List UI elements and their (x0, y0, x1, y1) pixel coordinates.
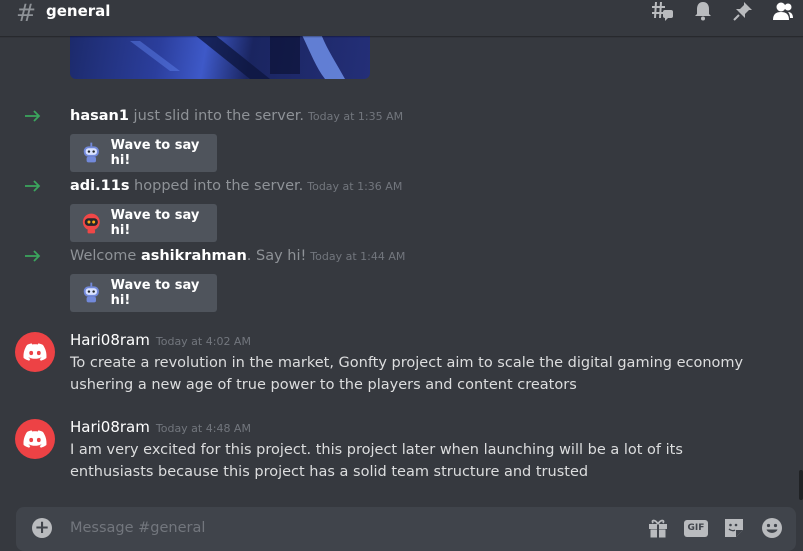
join-arrow-icon (25, 180, 41, 192)
join-text: hasan1 just slid into the server. Today a… (70, 106, 403, 127)
avatar[interactable] (15, 332, 55, 372)
timestamp: Today at 1:36 AM (307, 180, 403, 193)
threads-icon[interactable] (651, 0, 675, 22)
timestamp: Today at 1:44 AM (310, 250, 406, 263)
join-text-after: hopped into the server. (129, 178, 304, 194)
join-text-after: . Say hi! (246, 248, 307, 264)
timestamp: Today at 1:35 AM (308, 110, 404, 123)
channel-hash-icon: # (16, 0, 37, 27)
timestamp: Today at 4:48 AM (155, 422, 251, 435)
pin-icon[interactable] (731, 0, 755, 22)
author-name[interactable]: Hari08ram (70, 418, 150, 436)
gif-label: GIF (684, 519, 708, 537)
avatar[interactable] (15, 419, 55, 459)
message-text: To create a revolution in the market, Go… (70, 355, 744, 393)
join-text: adi.11s hopped into the server. Today at … (70, 176, 402, 197)
join-text: Welcome ashikrahman. Say hi! Today at 1:4… (70, 246, 405, 267)
blue-robot-sticker-icon (83, 142, 99, 163)
gif-icon[interactable]: GIF (684, 516, 708, 540)
message-list: hasan1 just slid into the server. Today a… (0, 36, 803, 501)
message-header: Hari08ram Today at 4:02 AM (70, 330, 251, 352)
username[interactable]: hasan1 (70, 108, 129, 124)
discord-logo-icon (23, 430, 47, 448)
wave-button[interactable]: Wave to say hi! (70, 134, 217, 172)
message-composer: + GIF (16, 507, 796, 551)
add-attachment-button[interactable]: + (32, 518, 52, 538)
blue-robot-sticker-icon (83, 282, 99, 303)
gift-icon[interactable] (646, 516, 670, 540)
header-toolbar (651, 0, 795, 22)
wave-button-label: Wave to say hi! (110, 138, 200, 168)
wave-button[interactable]: Wave to say hi! (70, 274, 217, 312)
join-text-before: Welcome (70, 248, 141, 264)
message-text: I am very excited for this project. this… (70, 442, 683, 480)
wave-button-label: Wave to say hi! (110, 208, 200, 238)
author-name[interactable]: Hari08ram (70, 331, 150, 349)
join-arrow-icon (25, 250, 41, 262)
wave-button-label: Wave to say hi! (110, 278, 200, 308)
channel-title: general (46, 2, 111, 20)
join-text-after: just slid into the server. (128, 108, 305, 124)
sticker-icon[interactable] (722, 516, 746, 540)
bell-icon[interactable] (691, 0, 715, 22)
members-icon[interactable] (771, 0, 795, 22)
message-input[interactable] (70, 507, 630, 551)
username[interactable]: ashikrahman (141, 248, 247, 264)
join-arrow-icon (25, 110, 41, 122)
wave-button[interactable]: Wave to say hi! (70, 204, 217, 242)
red-robot-sticker-icon (82, 213, 100, 234)
message-header: Hari08ram Today at 4:48 AM (70, 417, 251, 439)
discord-logo-icon (23, 343, 47, 361)
composer-toolbar: GIF (646, 516, 784, 540)
emoji-icon[interactable] (760, 516, 784, 540)
timestamp: Today at 4:02 AM (155, 335, 251, 348)
channel-header: # general (0, 0, 803, 36)
scrollbar[interactable] (799, 470, 803, 500)
username[interactable]: adi.11s (70, 178, 129, 194)
embedded-image[interactable] (70, 36, 370, 79)
